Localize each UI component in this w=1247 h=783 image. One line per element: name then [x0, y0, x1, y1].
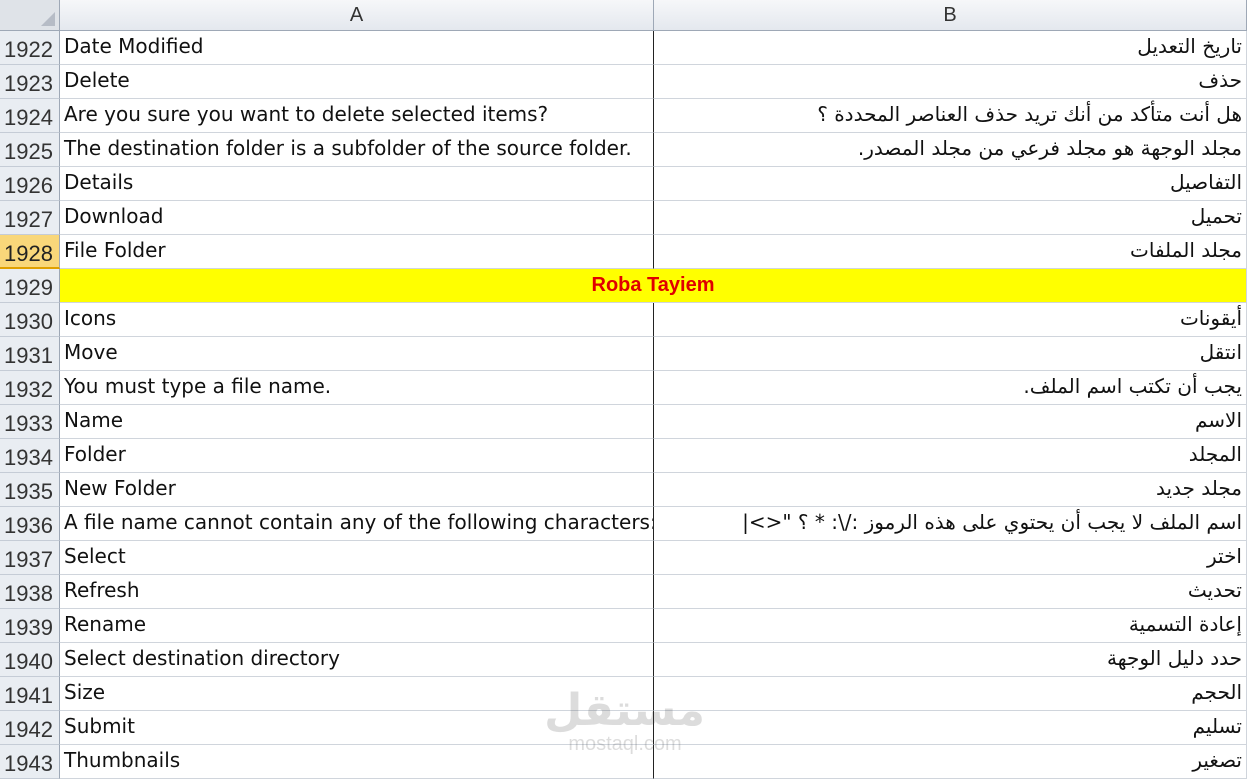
- row-header[interactable]: 1930: [0, 303, 60, 337]
- cell-b[interactable]: حدد دليل الوجهة: [654, 643, 1247, 677]
- table-row: 1924 Are you sure you want to delete sele…: [0, 99, 1247, 133]
- cell-b[interactable]: تحميل: [654, 201, 1247, 235]
- table-row: 1931 Move انتقل: [0, 337, 1247, 371]
- cell-b[interactable]: مجلد جديد: [654, 473, 1247, 507]
- cell-b[interactable]: التفاصيل: [654, 167, 1247, 201]
- row-header[interactable]: 1938: [0, 575, 60, 609]
- cell-a[interactable]: Size: [60, 677, 654, 711]
- cell-b[interactable]: مجلد الملفات: [654, 235, 1247, 269]
- table-row: 1942 Submit تسليم: [0, 711, 1247, 745]
- cell-a[interactable]: Details: [60, 167, 654, 201]
- cell-b[interactable]: إعادة التسمية: [654, 609, 1247, 643]
- cell-b[interactable]: انتقل: [654, 337, 1247, 371]
- row-header[interactable]: 1924: [0, 99, 60, 133]
- cell-a[interactable]: Submit: [60, 711, 654, 745]
- spreadsheet: A B 1922 Date Modified تاريخ التعديل 1923 De…: [0, 0, 1247, 779]
- cell-b[interactable]: أيقونات: [654, 303, 1247, 337]
- table-row: 1935 New Folder مجلد جديد: [0, 473, 1247, 507]
- cell-a[interactable]: Rename: [60, 609, 654, 643]
- table-row: 1940 Select destination directory حدد دليل…: [0, 643, 1247, 677]
- column-header-a[interactable]: A: [60, 0, 654, 31]
- cell-b[interactable]: اختر: [654, 541, 1247, 575]
- cell-a[interactable]: Folder: [60, 439, 654, 473]
- cell-a[interactable]: Thumbnails: [60, 745, 654, 779]
- row-header[interactable]: 1931: [0, 337, 60, 371]
- cell-a[interactable]: Date Modified: [60, 31, 654, 65]
- cell-b[interactable]: تسليم: [654, 711, 1247, 745]
- cell-a[interactable]: Download: [60, 201, 654, 235]
- cell-a[interactable]: File Folder: [60, 235, 654, 269]
- row-header[interactable]: 1928: [0, 235, 60, 269]
- cell-b[interactable]: الاسم: [654, 405, 1247, 439]
- cell-a[interactable]: The destination folder is a subfolder of…: [60, 133, 654, 167]
- cell-b[interactable]: يجب أن تكتب اسم الملف.: [654, 371, 1247, 405]
- table-row: 1932 You must type a file name. يجب أن تكت…: [0, 371, 1247, 405]
- table-row: 1933 Name الاسم: [0, 405, 1247, 439]
- select-all-triangle-icon: [41, 12, 55, 26]
- row-header[interactable]: 1935: [0, 473, 60, 507]
- row-header[interactable]: 1923: [0, 65, 60, 99]
- table-row: 1941 Size الحجم: [0, 677, 1247, 711]
- cell-a[interactable]: Icons: [60, 303, 654, 337]
- cell-b[interactable]: تصغير: [654, 745, 1247, 779]
- table-row: 1939 Rename إعادة التسمية: [0, 609, 1247, 643]
- row-header[interactable]: 1936: [0, 507, 60, 541]
- row-header[interactable]: 1922: [0, 31, 60, 65]
- column-header-b[interactable]: B: [654, 0, 1247, 31]
- table-row: 1926 Details التفاصيل: [0, 167, 1247, 201]
- table-row: 1930 Icons أيقونات: [0, 303, 1247, 337]
- table-row: 1923 Delete حذف: [0, 65, 1247, 99]
- cell-a[interactable]: A file name cannot contain any of the fo…: [60, 507, 654, 541]
- table-row: 1943 Thumbnails تصغير: [0, 745, 1247, 779]
- row-header[interactable]: 1942: [0, 711, 60, 745]
- cell-b[interactable]: هل أنت متأكد من أنك تريد حذف العناصر الم…: [654, 99, 1247, 133]
- row-header[interactable]: 1941: [0, 677, 60, 711]
- select-all-button[interactable]: [0, 0, 60, 31]
- cell-b[interactable]: تاريخ التعديل: [654, 31, 1247, 65]
- row-header[interactable]: 1940: [0, 643, 60, 677]
- table-row: 1934 Folder المجلد: [0, 439, 1247, 473]
- table-row: 1938 Refresh تحديث: [0, 575, 1247, 609]
- cell-a[interactable]: You must type a file name.: [60, 371, 654, 405]
- table-row: 1928 File Folder مجلد الملفات: [0, 235, 1247, 269]
- merged-cell[interactable]: Roba Tayiem: [60, 269, 1247, 303]
- table-row: 1925 The destination folder is a subfolde…: [0, 133, 1247, 167]
- cell-a[interactable]: Refresh: [60, 575, 654, 609]
- row-header[interactable]: 1939: [0, 609, 60, 643]
- cell-b[interactable]: مجلد الوجهة هو مجلد فرعي من مجلد المصدر.: [654, 133, 1247, 167]
- cell-b[interactable]: حذف: [654, 65, 1247, 99]
- column-header-row: A B: [0, 0, 1247, 31]
- cell-a[interactable]: Name: [60, 405, 654, 439]
- table-row: 1927 Download تحميل: [0, 201, 1247, 235]
- cell-a[interactable]: Select: [60, 541, 654, 575]
- row-header[interactable]: 1932: [0, 371, 60, 405]
- row-header[interactable]: 1925: [0, 133, 60, 167]
- row-header[interactable]: 1933: [0, 405, 60, 439]
- row-header[interactable]: 1926: [0, 167, 60, 201]
- row-header[interactable]: 1927: [0, 201, 60, 235]
- cell-a[interactable]: Select destination directory: [60, 643, 654, 677]
- cell-b[interactable]: الحجم: [654, 677, 1247, 711]
- table-row: 1937 Select اختر: [0, 541, 1247, 575]
- cell-b[interactable]: اسم الملف لا يجب أن يحتوي على هذه الرموز…: [654, 507, 1247, 541]
- row-header[interactable]: 1934: [0, 439, 60, 473]
- cell-b[interactable]: تحديث: [654, 575, 1247, 609]
- cell-b[interactable]: المجلد: [654, 439, 1247, 473]
- cell-a[interactable]: Delete: [60, 65, 654, 99]
- row-header[interactable]: 1943: [0, 745, 60, 779]
- cell-a[interactable]: New Folder: [60, 473, 654, 507]
- table-row: 1936 A file name cannot contain any of th…: [0, 507, 1247, 541]
- table-row: 1922 Date Modified تاريخ التعديل: [0, 31, 1247, 65]
- row-header[interactable]: 1929: [0, 269, 60, 303]
- row-header[interactable]: 1937: [0, 541, 60, 575]
- table-row: 1929 Roba Tayiem: [0, 269, 1247, 303]
- cell-a[interactable]: Move: [60, 337, 654, 371]
- cell-a[interactable]: Are you sure you want to delete selected…: [60, 99, 654, 133]
